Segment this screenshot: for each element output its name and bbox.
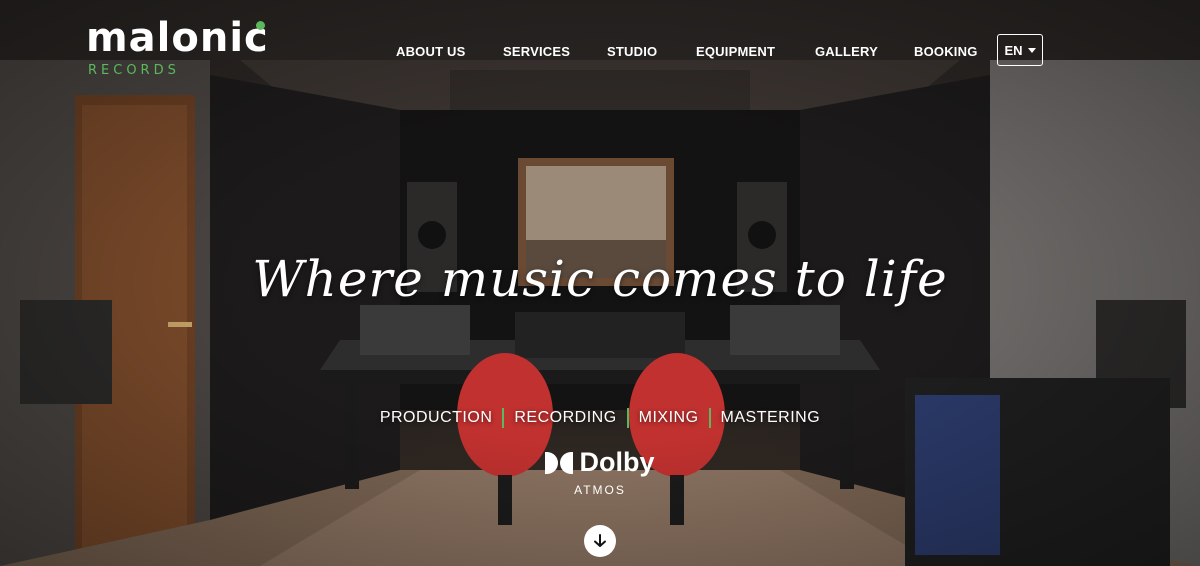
service-production: PRODUCTION bbox=[379, 409, 493, 426]
service-recording: RECORDING bbox=[514, 409, 617, 426]
caret-down-icon bbox=[1027, 47, 1036, 53]
logo-accent-dot bbox=[256, 21, 265, 30]
services-line: PRODUCTION RECORDING MIXING MASTERING bbox=[0, 408, 1200, 428]
hero-tagline: Where music comes to life bbox=[252, 250, 948, 308]
nav-item-services[interactable]: SERVICES bbox=[503, 44, 570, 59]
dolby-name: Dolby bbox=[579, 447, 655, 477]
service-mastering: MASTERING bbox=[720, 409, 821, 426]
nav-item-booking[interactable]: BOOKING bbox=[914, 44, 978, 59]
dolby-atmos-badge: Dolby ATMOS bbox=[0, 447, 1200, 497]
service-separator bbox=[708, 408, 711, 428]
nav-item-equipment[interactable]: EQUIPMENT bbox=[696, 44, 775, 59]
language-selector[interactable]: EN bbox=[997, 34, 1043, 66]
nav-item-gallery[interactable]: GALLERY bbox=[815, 44, 878, 59]
dolby-logo-icon bbox=[545, 451, 574, 474]
hero-section: malonic RECORDS ABOUT US SERVICES STUDIO… bbox=[0, 0, 1200, 566]
service-separator bbox=[502, 408, 505, 428]
nav-item-about-us[interactable]: ABOUT US bbox=[396, 44, 466, 59]
scroll-down-button[interactable] bbox=[584, 525, 616, 557]
service-mixing: MIXING bbox=[638, 409, 699, 426]
main-nav: ABOUT US SERVICES STUDIO EQUIPMENT GALLE… bbox=[0, 34, 1200, 70]
arrow-down-icon bbox=[594, 534, 606, 547]
service-separator bbox=[626, 408, 629, 428]
dolby-sub: ATMOS bbox=[574, 482, 626, 497]
language-label: EN bbox=[1004, 42, 1023, 58]
nav-item-studio[interactable]: STUDIO bbox=[607, 44, 657, 59]
